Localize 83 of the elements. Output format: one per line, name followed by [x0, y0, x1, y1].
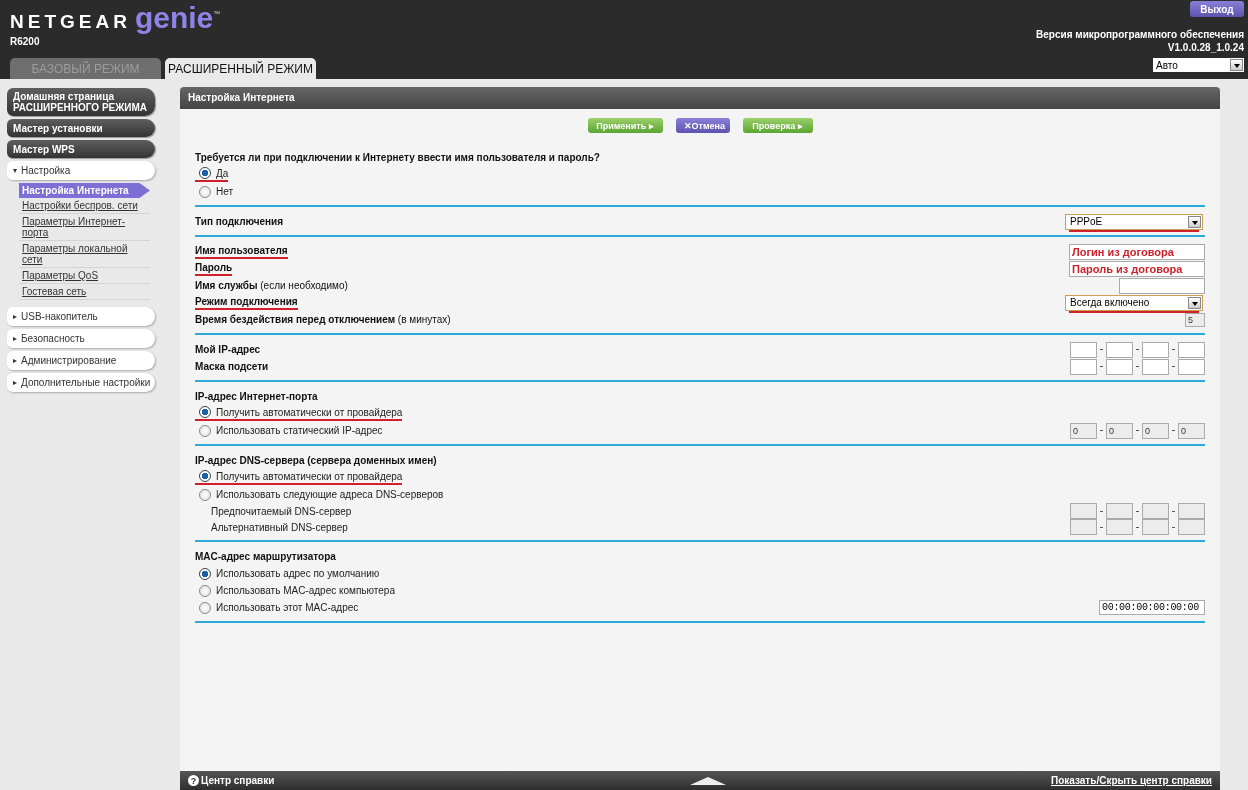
input-field[interactable]: Логин из договора	[1069, 243, 1205, 260]
radio-button[interactable]	[199, 185, 211, 198]
submenu-link[interactable]: Параметры QoS	[19, 268, 150, 284]
section-heading: IP-адрес Интернет-порта	[195, 391, 318, 402]
ip-octet-field[interactable]	[1142, 358, 1169, 375]
submenu-link[interactable]: Гостевая сеть	[19, 284, 150, 300]
radio-button[interactable]	[199, 470, 211, 482]
help-icon: ?	[188, 775, 199, 786]
radio-option[interactable]: Нет	[195, 185, 234, 198]
radio-option[interactable]: Использовать MAC-адрес компьютера	[195, 584, 395, 597]
field-label: Имя пользователя	[195, 244, 288, 259]
radio-button[interactable]	[199, 567, 211, 580]
mac-address-field[interactable]: 00:00:00:00:00:00	[1099, 600, 1205, 615]
cancel-button[interactable]: ✕Отмена	[675, 118, 730, 133]
ip-octet-field[interactable]	[1070, 358, 1097, 375]
field-label: Режим подключения	[195, 295, 298, 310]
option-label: Использовать MAC-адрес компьютера	[216, 585, 395, 596]
section-heading: IP-адрес DNS-сервера (сервера доменных имен)	[195, 455, 437, 466]
radio-option[interactable]: Использовать статический IP-адрес	[195, 424, 383, 437]
menu-group[interactable]: Настройка	[7, 161, 155, 180]
radio-option[interactable]: Использовать следующие адреса DNS-серверов	[195, 488, 444, 501]
ip-octet-field[interactable]	[1106, 358, 1133, 375]
firmware-label: Версия микропрограммного обеспечения	[1036, 28, 1244, 41]
field-label: Мой IP-адрес	[195, 344, 261, 355]
radio-button[interactable]	[199, 601, 211, 614]
ip-octet-field[interactable]	[1178, 341, 1205, 358]
field-label: Предпочитаемый DNS-сервер	[211, 505, 352, 517]
radio-button[interactable]	[199, 584, 211, 597]
radio-option[interactable]: Использовать этот MAC-адрес	[195, 601, 359, 614]
radio-button[interactable]	[199, 424, 211, 437]
dropdown[interactable]: PPPoE	[1065, 213, 1203, 230]
dropdown[interactable]: Всегда включено	[1065, 294, 1203, 311]
option-label: Использовать статический IP-адрес	[216, 425, 383, 436]
field-label: Альтернативный DNS-сервер	[211, 521, 348, 533]
submenu-link[interactable]: Параметры локальной сети	[19, 241, 150, 268]
field-label: Маска подсети	[195, 361, 269, 372]
option-label: Использовать этот MAC-адрес	[216, 602, 359, 613]
panel-title: Настройка Интернета	[180, 87, 1220, 109]
menu-button[interactable]: Мастер установки	[7, 119, 155, 137]
language-dropdown[interactable]: Авто	[1153, 58, 1244, 72]
input-field[interactable]	[1119, 277, 1205, 294]
menu-button[interactable]: Мастер WPS	[7, 140, 155, 158]
ip-octet-field[interactable]	[1178, 358, 1205, 375]
field-label: Пароль	[195, 261, 233, 276]
field-label: Время бездействия перед отключением (в минутах)	[195, 314, 451, 325]
radio-option[interactable]: Получить автоматически от провайдера	[195, 406, 403, 421]
ip-octet-field[interactable]	[1106, 341, 1133, 358]
option-label: Да	[216, 167, 229, 179]
radio-option[interactable]: Получить автоматически от провайдера	[195, 470, 403, 485]
menu-button[interactable]: Домашняя страница РАСШИРЕННОГО РЕЖИМА	[7, 88, 155, 116]
mode-tab[interactable]: РАСШИРЕННЫЙ РЕЖИМ	[165, 58, 316, 79]
menu-group[interactable]: USB-накопитель	[7, 307, 155, 326]
expand-handle-icon[interactable]	[690, 777, 726, 785]
section-heading: Требуется ли при подключении к Интернету ввести имя пользователя и пароль?	[195, 152, 600, 163]
option-label: Использовать адрес по умолчанию	[216, 568, 380, 579]
radio-button[interactable]	[199, 406, 211, 418]
option-label: Использовать следующие адреса DNS-серверов	[216, 489, 444, 500]
ip-octet-field[interactable]	[1070, 341, 1097, 358]
field-label: Тип подключения	[195, 216, 284, 227]
firmware-version: V1.0.0.28_1.0.24	[1167, 41, 1244, 54]
product-logo: genie	[134, 2, 214, 34]
help-center-label: Центр справки	[201, 775, 275, 786]
ip-octet-field[interactable]	[1142, 341, 1169, 358]
section-heading: MAC-адрес маршрутизатора	[195, 551, 336, 562]
submenu-link[interactable]: Настройки беспров. сети	[19, 198, 150, 214]
option-label: Нет	[216, 186, 234, 197]
menu-group[interactable]: Безопасность	[7, 329, 155, 348]
radio-button[interactable]	[199, 488, 211, 501]
model-name: R6200	[10, 36, 41, 47]
option-label: Получить автоматически от провайдера	[216, 470, 403, 482]
option-label: Получить автоматически от провайдера	[216, 406, 403, 418]
menu-group[interactable]: Дополнительные настройки	[7, 373, 155, 392]
radio-option[interactable]: Да	[195, 167, 229, 182]
radio-button[interactable]	[199, 167, 211, 179]
input-field[interactable]: Пароль из договора	[1069, 260, 1205, 277]
logout-button[interactable]: Выход	[1190, 1, 1244, 17]
help-toggle-link[interactable]: Показать/Скрыть центр справки	[1051, 775, 1212, 786]
field-label: Имя службы (если необходимо)	[195, 280, 348, 291]
submenu-link[interactable]: Настройка Интернета	[19, 183, 150, 198]
brand-logo: NETGEAR	[10, 11, 131, 33]
submenu-link[interactable]: Параметры Интернет-порта	[19, 214, 150, 241]
menu-group[interactable]: Администрирование	[7, 351, 155, 370]
radio-option[interactable]: Использовать адрес по умолчанию	[195, 567, 380, 580]
